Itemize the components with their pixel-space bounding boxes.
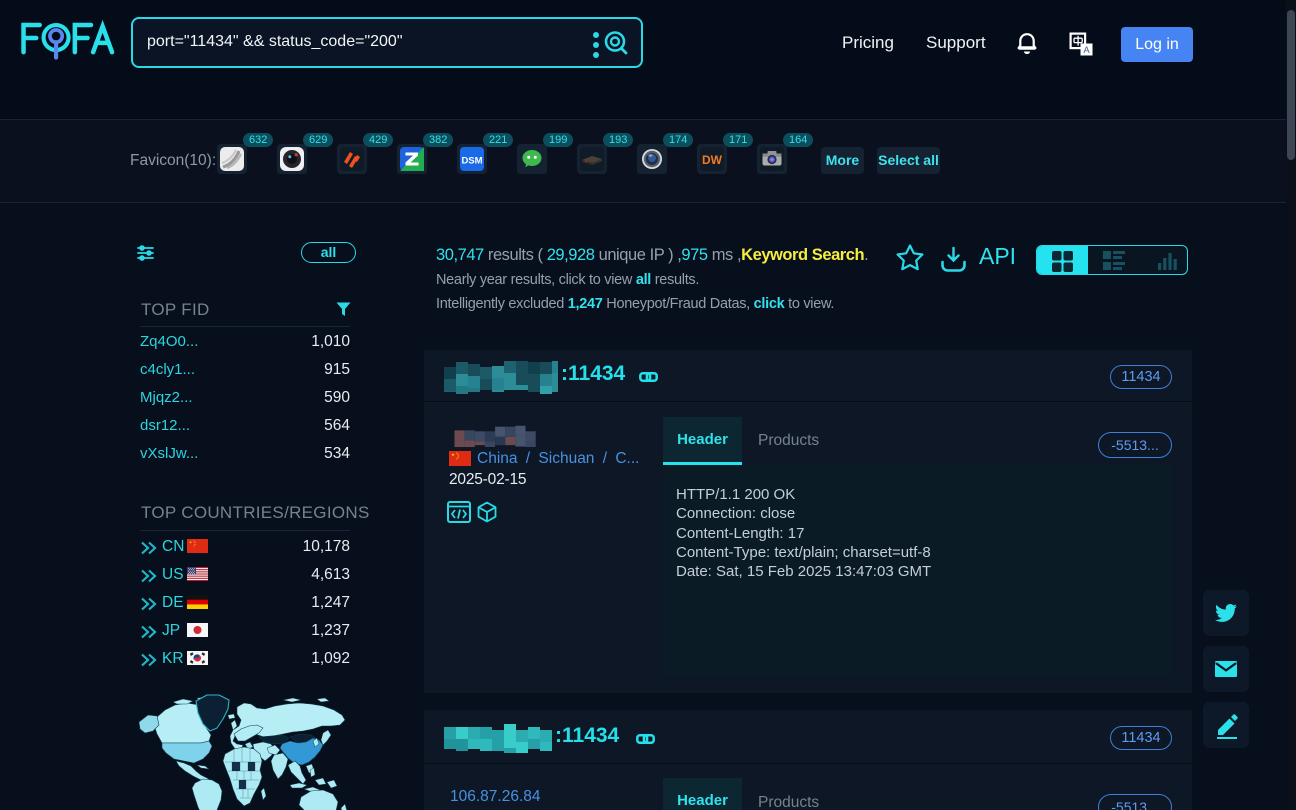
svg-text:DSM: DSM	[461, 156, 482, 167]
svg-text:DW: DW	[702, 153, 723, 167]
svg-text:A: A	[1083, 45, 1090, 56]
